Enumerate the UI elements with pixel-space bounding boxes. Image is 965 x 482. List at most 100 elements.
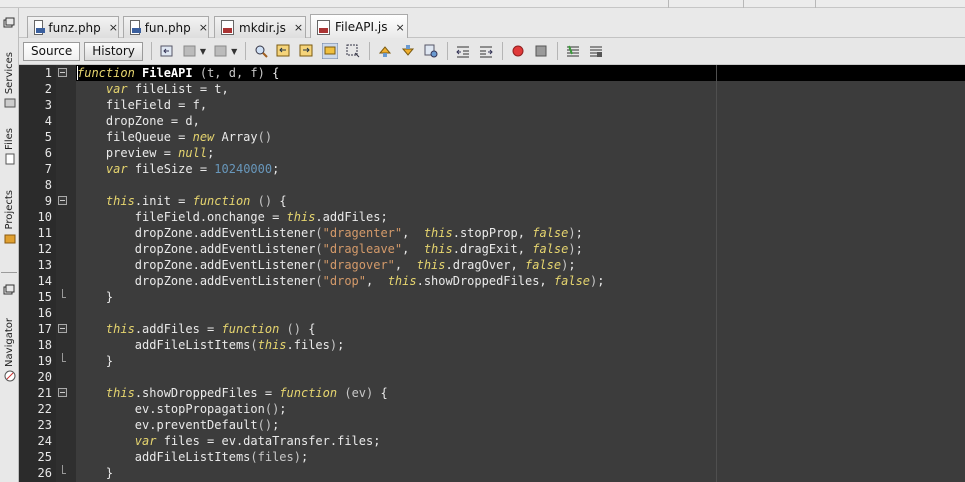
rect-selection-icon[interactable] — [345, 43, 361, 59]
close-icon[interactable]: × — [395, 21, 404, 34]
close-icon[interactable]: × — [199, 21, 208, 34]
line-number: 9 — [44, 194, 52, 208]
line-number: 14 — [37, 274, 52, 288]
code-line[interactable]: 12 dropZone.addEventListener("dragleave"… — [19, 241, 965, 257]
top-strip — [0, 0, 965, 8]
line-number: 6 — [44, 146, 52, 160]
close-icon[interactable]: × — [109, 21, 118, 34]
line-number: 25 — [37, 450, 52, 464]
code-text: var files = ev.dataTransfer.files; — [134, 434, 381, 448]
code-text: addFileListItems(this.files); — [77, 338, 345, 352]
toggle-bookmark-icon[interactable] — [423, 43, 439, 59]
sidebar-tab-files[interactable]: Files — [0, 128, 19, 165]
code-line[interactable]: 24 var files = ev.dataTransfer.files; — [19, 433, 965, 449]
sidebar-tab-services-label: Services — [4, 52, 15, 95]
find-next-icon[interactable] — [299, 43, 315, 59]
tab-funz-php[interactable]: funz.php × — [27, 16, 119, 38]
fold-end-marker — [62, 465, 66, 474]
line-number: 13 — [37, 258, 52, 272]
forward-icon[interactable] — [213, 43, 229, 59]
tab-mkdir-js[interactable]: mkdir.js × — [214, 16, 306, 38]
code-line[interactable]: 26 } — [19, 465, 965, 481]
source-button[interactable]: Source — [23, 41, 81, 61]
tab-label: FileAPI.js — [335, 20, 388, 34]
line-number: 4 — [44, 114, 52, 128]
code-line[interactable]: 20 — [19, 369, 965, 385]
back-icon[interactable] — [182, 43, 198, 59]
fold-toggle-icon[interactable] — [58, 388, 67, 397]
line-number: 1 — [44, 66, 52, 80]
line-number: 26 — [37, 466, 52, 480]
code-line[interactable]: 13 dropZone.addEventListener("dragover",… — [19, 257, 965, 273]
shift-right-icon[interactable] — [478, 43, 494, 59]
ide-window: Services Files Projects Navigator funz.p… — [0, 0, 965, 482]
code-line[interactable]: 15 } — [19, 289, 965, 305]
restore-window-icon-2[interactable] — [3, 281, 15, 300]
restore-window-icon[interactable] — [3, 14, 15, 33]
code-line[interactable]: 3 fileField = f, — [19, 97, 965, 113]
comment-icon[interactable] — [565, 43, 581, 59]
code-line[interactable]: 25 addFileListItems(files); — [19, 449, 965, 465]
code-line[interactable]: 14 dropZone.addEventListener("drop", thi… — [19, 273, 965, 289]
history-button[interactable]: History — [84, 41, 143, 61]
code-line[interactable]: 17 this.addFiles = function () { — [19, 321, 965, 337]
code-text: fileField.onchange = this.addFiles; — [77, 210, 388, 224]
line-number: 16 — [37, 306, 52, 320]
code-line[interactable]: 4 dropZone = d, — [19, 113, 965, 129]
code-line[interactable]: 7 var fileSize = 10240000; — [19, 161, 965, 177]
code-text: dropZone = d, — [77, 114, 200, 128]
toggle-highlight-icon[interactable] — [322, 43, 339, 59]
shift-left-icon[interactable] — [455, 43, 471, 59]
code-text: ev.stopPropagation(); — [77, 402, 287, 416]
sidebar-separator — [1, 272, 17, 273]
tab-fileapi-js[interactable]: FileAPI.js × — [310, 14, 408, 39]
navigator-icon — [4, 370, 15, 382]
code-line[interactable]: 16 — [19, 305, 965, 321]
code-line[interactable]: 6 preview = null; — [19, 145, 965, 161]
code-text: function FileAPI (t, d, f) { — [77, 66, 280, 80]
tab-fun-php[interactable]: fun.php × — [123, 16, 209, 38]
code-line[interactable]: 8 — [19, 177, 965, 193]
code-line[interactable]: 5 fileQueue = new Array() — [19, 129, 965, 145]
start-macro-icon[interactable] — [510, 43, 526, 59]
code-text: dropZone.addEventListener("dragleave", t… — [77, 242, 583, 256]
line-number: 23 — [37, 418, 52, 432]
code-line[interactable]: 18 addFileListItems(this.files); — [19, 337, 965, 353]
toolbar-separator — [150, 42, 152, 60]
last-edit-icon[interactable] — [159, 43, 175, 59]
close-icon[interactable]: × — [294, 21, 303, 34]
code-line[interactable]: 23 ev.preventDefault(); — [19, 417, 965, 433]
code-line[interactable]: 19 } — [19, 353, 965, 369]
sidebar-tab-projects[interactable]: Projects — [0, 190, 19, 244]
toolbar-separator — [557, 42, 559, 60]
find-previous-icon[interactable] — [276, 43, 292, 59]
sidebar-tab-services[interactable]: Services — [0, 52, 19, 109]
code-line[interactable]: 1 function FileAPI (t, d, f) { — [19, 65, 965, 81]
next-bookmark-icon[interactable] — [400, 43, 416, 59]
code-line[interactable]: 22 ev.stopPropagation(); — [19, 401, 965, 417]
stop-macro-icon[interactable] — [533, 43, 549, 59]
code-text: addFileListItems(files); — [77, 450, 309, 464]
php-file-icon — [34, 20, 46, 35]
fold-toggle-icon[interactable] — [58, 196, 67, 205]
search-icon[interactable] — [253, 43, 269, 59]
fold-toggle-icon[interactable] — [58, 324, 67, 333]
previous-bookmark-icon[interactable] — [377, 43, 393, 59]
code-line[interactable]: 11 dropZone.addEventListener("dragenter"… — [19, 225, 965, 241]
line-number: 15 — [37, 290, 52, 304]
fold-toggle-icon[interactable] — [58, 68, 67, 77]
line-number: 8 — [44, 178, 52, 192]
chevron-down-icon[interactable]: ▼ — [200, 47, 206, 56]
code-text: this.addFiles = function () { — [105, 322, 316, 336]
uncomment-icon[interactable] — [588, 43, 604, 59]
sidebar-tab-navigator-label: Navigator — [4, 318, 15, 367]
line-number: 3 — [44, 98, 52, 112]
line-number: 7 — [44, 162, 52, 176]
code-line[interactable]: 9 this.init = function () { — [19, 193, 965, 209]
code-line[interactable]: 10 fileField.onchange = this.addFiles; — [19, 209, 965, 225]
chevron-down-icon[interactable]: ▼ — [231, 47, 237, 56]
code-line[interactable]: 21 this.showDroppedFiles = function (ev)… — [19, 385, 965, 401]
sidebar-tab-navigator[interactable]: Navigator — [0, 318, 19, 382]
code-editor[interactable]: 1 function FileAPI (t, d, f) {2 var fileL… — [19, 65, 965, 482]
code-line[interactable]: 2 var fileList = t, — [19, 81, 965, 97]
